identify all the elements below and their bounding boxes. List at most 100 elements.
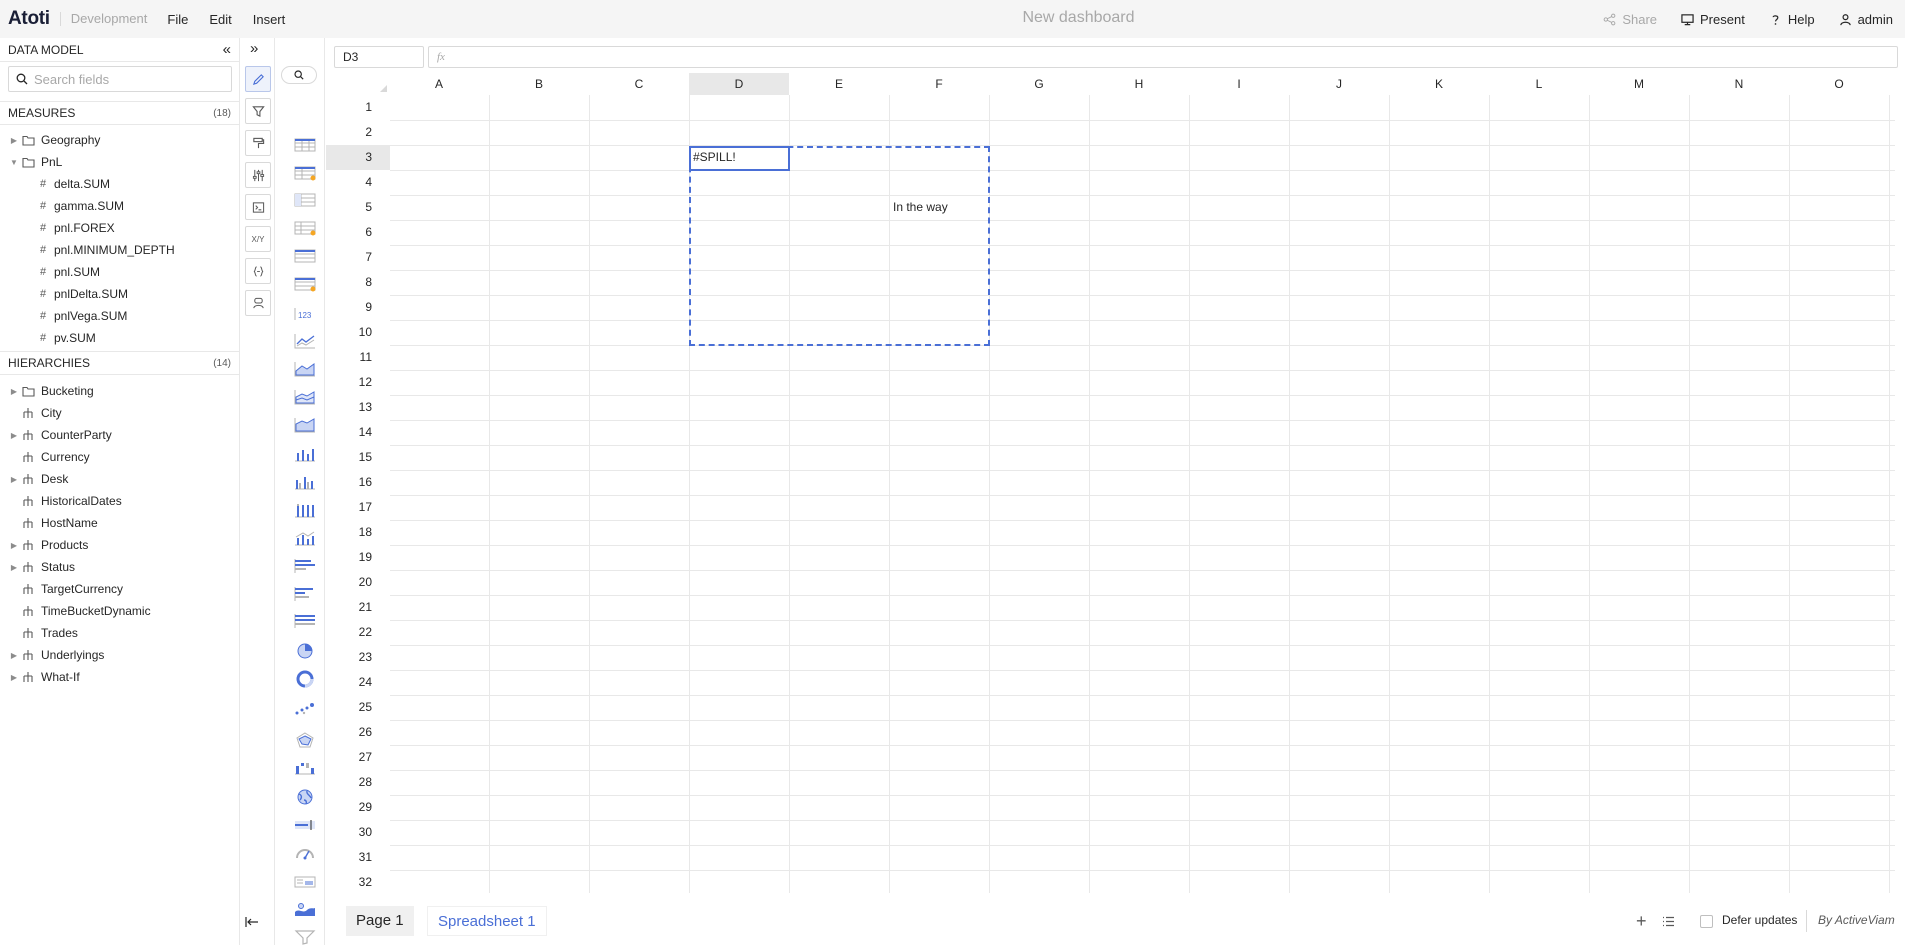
hierarchy-item[interactable]: ▶ Bucketing xyxy=(0,380,239,402)
row-header-26[interactable]: 26 xyxy=(326,720,390,745)
column-header-l[interactable]: L xyxy=(1489,73,1589,95)
palette-search-button[interactable] xyxy=(281,66,317,84)
caret-right-icon[interactable]: ▶ xyxy=(7,541,21,550)
row-header-17[interactable]: 17 xyxy=(326,495,390,520)
map-widget-icon[interactable] xyxy=(293,788,317,806)
measure-folder-geography[interactable]: ▶ Geography xyxy=(0,129,239,151)
hierarchy-item[interactable]: HistoricalDates xyxy=(0,490,239,512)
line-widget-icon[interactable] xyxy=(293,332,317,350)
pivot-highlight-widget-icon[interactable] xyxy=(293,219,317,237)
column-header-e[interactable]: E xyxy=(789,73,889,95)
waterfall-widget-icon[interactable] xyxy=(293,758,317,776)
caret-right-icon[interactable]: ▶ xyxy=(7,136,21,145)
measure-item[interactable]: # gamma.SUM xyxy=(0,195,239,217)
hierarchy-item[interactable]: Trades xyxy=(0,622,239,644)
row-header-28[interactable]: 28 xyxy=(326,770,390,795)
list-pages-icon[interactable] xyxy=(1662,915,1675,930)
measure-item[interactable]: # pnlVega.SUM xyxy=(0,305,239,327)
caret-right-icon[interactable]: ▶ xyxy=(7,563,21,572)
style-tool-button[interactable] xyxy=(245,130,271,156)
formula-input[interactable]: fx xyxy=(428,46,1898,68)
hierarchy-item[interactable]: TimeBucketDynamic xyxy=(0,600,239,622)
column-header-n[interactable]: N xyxy=(1689,73,1789,95)
area-widget-icon[interactable] xyxy=(293,360,317,378)
help-button[interactable]: Help xyxy=(1769,12,1815,27)
selected-cell[interactable] xyxy=(689,146,790,171)
hierarchy-item[interactable]: ▶ CounterParty xyxy=(0,424,239,446)
funnel-widget-icon[interactable] xyxy=(293,928,317,945)
caret-right-icon[interactable]: ▶ xyxy=(7,673,21,682)
column-header-i[interactable]: I xyxy=(1189,73,1289,95)
collapse-toolstrip-button[interactable] xyxy=(245,916,259,931)
measure-item[interactable]: # pnlDelta.SUM xyxy=(0,283,239,305)
row-header-20[interactable]: 20 xyxy=(326,570,390,595)
xy-tool-button[interactable]: X/Y xyxy=(245,226,271,252)
row-header-24[interactable]: 24 xyxy=(326,670,390,695)
hierarchy-item[interactable]: ▶ Underlyings xyxy=(0,644,239,666)
search-fields-input[interactable] xyxy=(34,71,224,87)
tree-table-widget-icon[interactable] xyxy=(293,247,317,265)
row-header-15[interactable]: 15 xyxy=(326,445,390,470)
cell-reference-box[interactable]: D3 xyxy=(334,46,424,68)
hierarchy-item[interactable]: ▶ Desk xyxy=(0,468,239,490)
present-button[interactable]: Present xyxy=(1681,12,1745,27)
stacked-area-widget-icon[interactable] xyxy=(293,388,317,406)
donut-widget-icon[interactable] xyxy=(293,670,317,688)
clustered-bar-widget-icon[interactable] xyxy=(293,585,317,603)
row-header-22[interactable]: 22 xyxy=(326,620,390,645)
stacked-bar-widget-icon[interactable] xyxy=(293,612,317,630)
share-button[interactable]: Share xyxy=(1603,12,1657,27)
edit-tool-button[interactable] xyxy=(245,66,271,92)
add-page-icon[interactable]: + xyxy=(1636,912,1647,930)
hierarchy-item[interactable]: Currency xyxy=(0,446,239,468)
row-header-13[interactable]: 13 xyxy=(326,395,390,420)
row-header-30[interactable]: 30 xyxy=(326,820,390,845)
row-header-11[interactable]: 11 xyxy=(326,345,390,370)
bullet-widget-icon[interactable] xyxy=(293,816,317,834)
combo-widget-icon[interactable] xyxy=(293,529,317,547)
row-header-32[interactable]: 32 xyxy=(326,870,390,893)
gauge-widget-icon[interactable] xyxy=(293,844,317,862)
row-header-31[interactable]: 31 xyxy=(326,845,390,870)
row-header-16[interactable]: 16 xyxy=(326,470,390,495)
column-header-c[interactable]: C xyxy=(589,73,689,95)
measure-item[interactable]: # pv.SUM xyxy=(0,327,239,349)
text-widget-icon[interactable] xyxy=(293,873,317,891)
row-header-6[interactable]: 6 xyxy=(326,220,390,245)
measure-item[interactable]: # pnl.FOREX xyxy=(0,217,239,239)
tree-table-highlight-widget-icon[interactable] xyxy=(293,275,317,293)
column-header-k[interactable]: K xyxy=(1389,73,1489,95)
hierarchy-item[interactable]: HostName xyxy=(0,512,239,534)
caret-right-icon[interactable]: ▶ xyxy=(7,387,21,396)
caret-right-icon[interactable]: ▶ xyxy=(7,431,21,440)
bubble-map-widget-icon[interactable] xyxy=(293,900,317,918)
hierarchy-item[interactable]: City xyxy=(0,402,239,424)
kpi-widget-icon[interactable]: 123 xyxy=(293,305,317,323)
caret-down-icon[interactable]: ▼ xyxy=(7,158,21,167)
column-header-f[interactable]: F xyxy=(889,73,989,95)
row-header-29[interactable]: 29 xyxy=(326,795,390,820)
caret-right-icon[interactable]: ▶ xyxy=(7,475,21,484)
row-header-18[interactable]: 18 xyxy=(326,520,390,545)
row-header-27[interactable]: 27 xyxy=(326,745,390,770)
row-header-12[interactable]: 12 xyxy=(326,370,390,395)
column-header-j[interactable]: J xyxy=(1289,73,1389,95)
row-header-14[interactable]: 14 xyxy=(326,420,390,445)
column-header-b[interactable]: B xyxy=(489,73,589,95)
hierarchy-item[interactable]: ▶ Products xyxy=(0,534,239,556)
user-menu[interactable]: admin xyxy=(1839,12,1893,27)
stacked-column-widget-icon[interactable] xyxy=(293,501,317,519)
row-header-1[interactable]: 1 xyxy=(326,95,390,120)
column-header-h[interactable]: H xyxy=(1089,73,1189,95)
hierarchies-header[interactable]: HIERARCHIES (14) xyxy=(0,351,239,375)
defer-updates-checkbox[interactable] xyxy=(1700,915,1713,928)
column-widget-icon[interactable] xyxy=(293,445,317,463)
column-header-m[interactable]: M xyxy=(1589,73,1689,95)
row-header-5[interactable]: 5 xyxy=(326,195,390,220)
column-header-d[interactable]: D xyxy=(689,73,789,95)
column-header-o[interactable]: O xyxy=(1789,73,1889,95)
hierarchy-item[interactable]: TargetCurrency xyxy=(0,578,239,600)
pivot-table-widget-icon[interactable] xyxy=(293,191,317,209)
tab-spreadsheet-1[interactable]: Spreadsheet 1 xyxy=(427,906,547,936)
scatter-widget-icon[interactable] xyxy=(293,700,317,718)
